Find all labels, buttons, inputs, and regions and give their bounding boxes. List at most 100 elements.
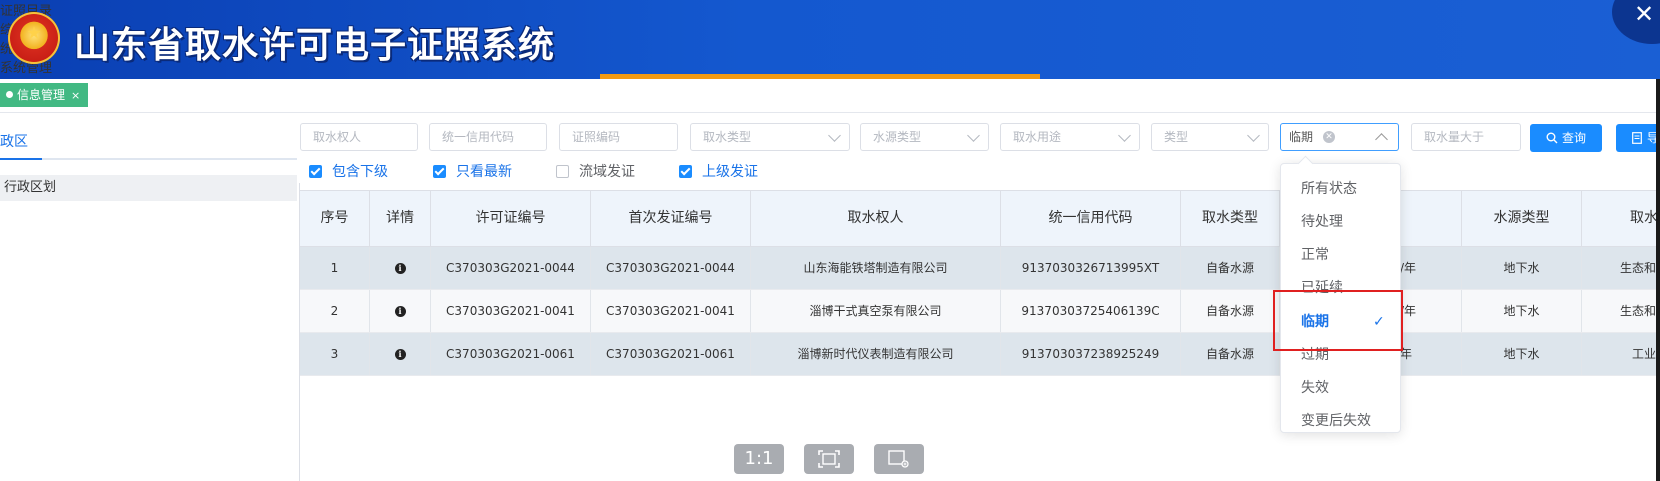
window-edge [1656, 79, 1660, 481]
query-button-label: 查询 [1562, 131, 1587, 145]
chevron-down-icon [1118, 129, 1131, 142]
annotation-highlight-box [1273, 290, 1403, 351]
option-invalid[interactable]: 失效 [1301, 378, 1329, 398]
sidebar-title-underline [0, 158, 297, 160]
option-pending[interactable]: 待处理 [1301, 212, 1343, 232]
column-header[interactable]: 取水用 [1582, 191, 1660, 248]
tree-node-admin-division[interactable]: 行政区划 [0, 175, 297, 201]
amount-input[interactable]: 取水量大于 [1411, 123, 1521, 151]
holder-placeholder: 取水权人 [313, 130, 362, 144]
chevron-down-icon [1247, 129, 1260, 142]
amount-placeholder: 取水量大于 [1424, 130, 1485, 144]
table-header: 序号 详情 许可证编号 首次发证编号 取水权人 统一信用代码 取水类型 水源类型… [300, 190, 1660, 248]
column-header[interactable]: 首次发证编号 [591, 191, 751, 248]
cell-water-type: 自备水源 [1181, 290, 1280, 332]
cell-index: 3 [300, 333, 370, 375]
option-all-status[interactable]: 所有状态 [1301, 179, 1357, 199]
column-header[interactable]: 取水权人 [751, 191, 1001, 248]
region-sidebar: 政区 行政区划 [0, 113, 297, 481]
sidebar-title[interactable]: 政区 [0, 131, 28, 151]
cell-source: 地下水 [1462, 333, 1582, 375]
cell-license-no: C370303G2021-0061 [431, 333, 591, 375]
tab-strip: 信息管理 × [0, 79, 1660, 113]
cell-holder: 淄博干式真空泵有限公司 [751, 290, 1001, 332]
category-select[interactable]: 类型 [1151, 123, 1269, 151]
checkbox-label: 包含下级 [332, 164, 388, 180]
category-placeholder: 类型 [1164, 130, 1189, 144]
export-button[interactable]: 导 [1616, 124, 1660, 152]
cell-usage: 生态和环 [1582, 247, 1660, 289]
query-button[interactable]: 查询 [1530, 124, 1602, 152]
tab-status-dot-icon [6, 91, 13, 98]
cell-water-type: 自备水源 [1181, 333, 1280, 375]
license-table: 序号 详情 许可证编号 首次发证编号 取水权人 统一信用代码 取水类型 水源类型… [300, 190, 1660, 481]
column-header[interactable]: 序号 [300, 191, 370, 248]
cell-first-no: C370303G2021-0044 [591, 247, 751, 289]
credit-code-input[interactable]: 统一信用代码 [429, 123, 547, 151]
cell-detail[interactable]: i [370, 290, 431, 332]
cell-credit-code: 91370303725406139C [1001, 290, 1181, 332]
tab-label: 信息管理 [17, 88, 66, 102]
cell-detail[interactable]: i [370, 247, 431, 289]
checkbox-label: 上级发证 [702, 164, 758, 180]
holder-input[interactable]: 取水权人 [300, 123, 418, 151]
close-icon: ✕ [1634, 0, 1655, 28]
table-row[interactable]: 1 i C370303G2021-0044 C370303G2021-0044 … [300, 247, 1660, 290]
crop-button[interactable] [874, 444, 924, 474]
fit-screen-button[interactable] [804, 444, 854, 474]
clear-icon[interactable]: ✕ [1323, 131, 1335, 143]
option-normal[interactable]: 正常 [1301, 245, 1329, 265]
cell-source: 地下水 [1462, 247, 1582, 289]
table-row[interactable]: 3 i C370303G2021-0061 C370303G2021-0061 … [300, 333, 1660, 376]
status-select[interactable]: 临期 ✕ [1280, 123, 1399, 151]
column-header[interactable]: 详情 [370, 191, 431, 248]
info-icon[interactable]: i [394, 349, 406, 360]
document-icon [1632, 132, 1642, 144]
column-header[interactable]: 水源类型 [1462, 191, 1582, 248]
cell-index: 1 [300, 247, 370, 289]
option-invalid-after-change[interactable]: 变更后失效 [1301, 411, 1371, 431]
column-header[interactable]: 许可证编号 [431, 191, 591, 248]
cell-license-no: C370303G2021-0044 [431, 247, 591, 289]
cell-water-type: 自备水源 [1181, 247, 1280, 289]
cell-first-no: C370303G2021-0041 [591, 290, 751, 332]
water-type-placeholder: 取水类型 [703, 130, 752, 144]
cell-first-no: C370303G2021-0061 [591, 333, 751, 375]
cell-source: 地下水 [1462, 290, 1582, 332]
checkbox-unchecked-icon [556, 165, 569, 178]
water-type-select[interactable]: 取水类型 [690, 123, 850, 151]
actual-size-button[interactable]: 1:1 [734, 444, 784, 474]
tab-info-management[interactable]: 信息管理 × [0, 83, 89, 107]
credit-code-placeholder: 统一信用代码 [442, 130, 515, 144]
info-icon[interactable]: i [394, 263, 406, 274]
source-type-select[interactable]: 水源类型 [860, 123, 989, 151]
fit-screen-icon [818, 450, 840, 468]
info-icon[interactable]: i [394, 306, 406, 317]
cell-usage: 工业用 [1582, 333, 1660, 375]
column-header[interactable]: 取水类型 [1181, 191, 1280, 248]
license-code-input[interactable]: 证照编码 [559, 123, 678, 151]
chevron-up-icon [1375, 133, 1388, 146]
cell-usage: 生态和环 [1582, 290, 1660, 332]
checkbox-checked-icon [433, 165, 446, 178]
usage-placeholder: 取水用途 [1013, 130, 1062, 144]
checkbox-checked-icon [309, 165, 322, 178]
column-header[interactable]: 统一信用代码 [1001, 191, 1181, 248]
cell-detail[interactable]: i [370, 333, 431, 375]
app-header: 山东省取水许可电子证照系统 证照目录 综合管理 统计分析 系统管理 ✕ [0, 0, 1660, 79]
chevron-down-icon [828, 129, 841, 142]
cell-holder: 淄博新时代仪表制造有限公司 [751, 333, 1001, 375]
cell-index: 2 [300, 290, 370, 332]
cell-credit-code: 913703037238925249 [1001, 333, 1181, 375]
national-emblem-icon [8, 12, 60, 64]
checkbox-label: 只看最新 [456, 164, 512, 180]
tab-close-icon[interactable]: × [71, 89, 80, 102]
license-code-placeholder: 证照编码 [572, 130, 621, 144]
source-type-placeholder: 水源类型 [873, 130, 922, 144]
status-select-value: 临期 [1289, 130, 1314, 144]
checkbox-checked-icon [679, 165, 692, 178]
table-row[interactable]: 2 i C370303G2021-0041 C370303G2021-0041 … [300, 290, 1660, 333]
usage-select[interactable]: 取水用途 [1000, 123, 1140, 151]
system-title: 山东省取水许可电子证照系统 [74, 25, 556, 66]
cell-holder: 山东海能铁塔制造有限公司 [751, 247, 1001, 289]
